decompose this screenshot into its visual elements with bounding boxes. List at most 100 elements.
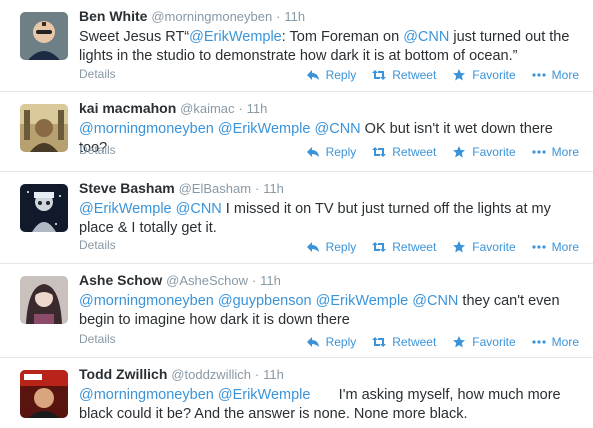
avatar[interactable] bbox=[20, 104, 68, 152]
mention-link[interactable]: @morningmoneyben bbox=[79, 387, 214, 403]
reply-button[interactable]: Reply bbox=[306, 335, 357, 349]
more-label: More bbox=[551, 68, 579, 82]
retweet-label: Retweet bbox=[392, 240, 437, 254]
tweet-header: kai macmahon @kaimac · 11h bbox=[79, 100, 267, 116]
details-link[interactable]: Details bbox=[79, 332, 116, 346]
text-segment: Sweet Jesus RT“ bbox=[79, 29, 190, 45]
more-button[interactable]: More bbox=[532, 240, 579, 254]
more-button[interactable]: More bbox=[532, 145, 579, 159]
star-icon bbox=[452, 69, 466, 81]
mention-link[interactable]: @ErikWemple bbox=[218, 121, 311, 137]
mention-link[interactable]: @ErikWemple bbox=[79, 201, 172, 217]
star-icon bbox=[452, 336, 466, 348]
username[interactable]: @AsheSchow bbox=[166, 273, 248, 288]
tweet-feed: Ben White @morningmoneyben · 11h Sweet J… bbox=[0, 0, 593, 428]
reply-icon bbox=[306, 241, 320, 253]
favorite-label: Favorite bbox=[472, 335, 516, 349]
more-dots-icon bbox=[532, 336, 546, 348]
tweet[interactable]: Todd Zwillich @toddzwillich · 11h @morni… bbox=[0, 358, 593, 428]
mention-link[interactable]: @guypbenson bbox=[218, 293, 312, 309]
timestamp[interactable]: 11h bbox=[263, 181, 284, 196]
reply-label: Reply bbox=[325, 145, 357, 159]
timestamp[interactable]: 11h bbox=[247, 101, 268, 116]
fullname[interactable]: Ben White bbox=[79, 8, 147, 24]
tweet-text: @ErikWemple @CNN I missed it on TV but j… bbox=[79, 200, 579, 238]
username[interactable]: @morningmoneyben bbox=[151, 9, 272, 24]
avatar[interactable] bbox=[20, 276, 68, 324]
username[interactable]: @toddzwillich bbox=[171, 367, 251, 382]
separator-dot: · bbox=[276, 9, 281, 24]
details-link[interactable]: Details bbox=[79, 238, 116, 252]
separator-dot: · bbox=[254, 367, 260, 382]
more-label: More bbox=[551, 335, 579, 349]
more-label: More bbox=[551, 240, 579, 254]
retweet-icon bbox=[372, 336, 387, 348]
retweet-icon bbox=[372, 241, 387, 253]
tweet-text: Sweet Jesus RT“@ErikWemple: Tom Foreman … bbox=[79, 28, 579, 66]
retweet-button[interactable]: Retweet bbox=[372, 240, 436, 254]
favorite-button[interactable]: Favorite bbox=[452, 68, 516, 82]
tweet[interactable]: Ben White @morningmoneyben · 11h Sweet J… bbox=[0, 0, 593, 92]
star-icon bbox=[452, 241, 466, 253]
mention-link[interactable]: @ErikWemple bbox=[218, 387, 311, 403]
reply-icon bbox=[306, 146, 320, 158]
username[interactable]: @ElBasham bbox=[179, 181, 251, 196]
favorite-button[interactable]: Favorite bbox=[452, 240, 516, 254]
retweet-icon bbox=[372, 146, 387, 158]
tweet-actions: Reply Retweet Favorite More bbox=[290, 68, 579, 82]
mention-link[interactable]: @morningmoneyben bbox=[79, 293, 214, 309]
details-link[interactable]: Details bbox=[79, 143, 116, 157]
avatar[interactable] bbox=[20, 12, 68, 60]
retweet-button[interactable]: Retweet bbox=[372, 68, 436, 82]
separator-dot: · bbox=[251, 273, 257, 288]
mention-link[interactable]: @morningmoneyben bbox=[79, 121, 214, 137]
favorite-label: Favorite bbox=[472, 68, 516, 82]
mention-link[interactable]: @CNN bbox=[176, 201, 222, 217]
separator-dot: · bbox=[254, 181, 260, 196]
username[interactable]: @kaimac bbox=[180, 101, 234, 116]
fullname[interactable]: Todd Zwillich bbox=[79, 366, 167, 382]
reply-button[interactable]: Reply bbox=[306, 68, 356, 82]
timestamp[interactable]: 11h bbox=[284, 9, 305, 24]
reply-icon bbox=[306, 69, 320, 81]
timestamp[interactable]: 11h bbox=[263, 367, 284, 382]
details-link[interactable]: Details bbox=[79, 67, 116, 81]
text-segment: : Tom Foreman on bbox=[281, 29, 404, 45]
tweet-text: @morningmoneyben @guypbenson @ErikWemple… bbox=[79, 292, 579, 330]
fullname[interactable]: Steve Basham bbox=[79, 180, 175, 196]
reply-label: Reply bbox=[325, 335, 357, 349]
reply-button[interactable]: Reply bbox=[306, 145, 357, 159]
tweet-header: Ben White @morningmoneyben · 11h bbox=[79, 8, 305, 24]
fullname[interactable]: Ashe Schow bbox=[79, 272, 162, 288]
avatar[interactable] bbox=[20, 184, 68, 232]
tweet[interactable]: Ashe Schow @AsheSchow · 11h @morningmone… bbox=[0, 264, 593, 358]
more-button[interactable]: More bbox=[532, 68, 579, 82]
tweet[interactable]: kai macmahon @kaimac · 11h @morningmoney… bbox=[0, 92, 593, 172]
retweet-label: Retweet bbox=[392, 68, 437, 82]
tweet-header: Todd Zwillich @toddzwillich · 11h bbox=[79, 366, 284, 382]
more-dots-icon bbox=[532, 146, 546, 158]
mention-link[interactable]: @ErikWemple bbox=[316, 293, 409, 309]
retweet-button[interactable]: Retweet bbox=[372, 335, 436, 349]
favorite-label: Favorite bbox=[472, 240, 516, 254]
favorite-button[interactable]: Favorite bbox=[452, 335, 516, 349]
star-icon bbox=[452, 146, 466, 158]
more-button[interactable]: More bbox=[532, 335, 579, 349]
retweet-button[interactable]: Retweet bbox=[372, 145, 436, 159]
mention-link[interactable]: @CNN bbox=[412, 293, 458, 309]
tweet-text: @morningmoneyben @ErikWemple I'm asking … bbox=[79, 386, 579, 424]
fullname[interactable]: kai macmahon bbox=[79, 100, 176, 116]
mention-link[interactable]: @CNN bbox=[403, 29, 449, 45]
mention-link[interactable]: @ErikWemple bbox=[189, 29, 282, 45]
timestamp[interactable]: 11h bbox=[260, 273, 281, 288]
reply-button[interactable]: Reply bbox=[306, 240, 356, 254]
tweet[interactable]: Steve Basham @ElBasham · 11h @ErikWemple… bbox=[0, 172, 593, 264]
tweet-actions: Reply Retweet Favorite More bbox=[290, 240, 579, 254]
favorite-button[interactable]: Favorite bbox=[452, 145, 516, 159]
avatar[interactable] bbox=[20, 370, 68, 418]
more-dots-icon bbox=[532, 241, 546, 253]
tweet-actions: Reply Retweet Favorite More bbox=[290, 145, 579, 159]
mention-link[interactable]: @CNN bbox=[315, 121, 361, 137]
retweet-label: Retweet bbox=[392, 145, 437, 159]
more-dots-icon bbox=[532, 69, 546, 81]
